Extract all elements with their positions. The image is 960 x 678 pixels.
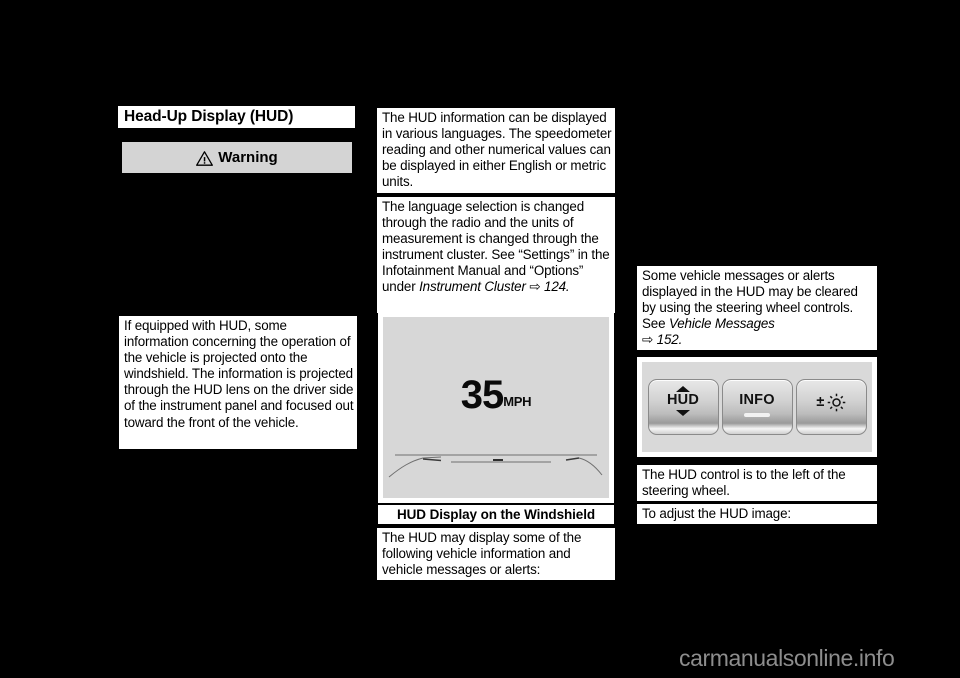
site-watermark: carmanualsonline.info [679, 645, 895, 671]
windshield-dash-outline [388, 454, 603, 478]
page-reference-number: 124 [544, 279, 566, 295]
adjust-hud-image-intro: To adjust the HUD image: [637, 504, 877, 524]
hud-windshield-figure: 35MPH [378, 312, 614, 503]
hud-windshield-figure-caption: HUD Display on the Windshield [378, 505, 614, 524]
brightness-button-glyph: ± [816, 393, 845, 412]
page-root: Head-Up Display (HUD) Warning If equippe… [0, 0, 960, 678]
hud-control-panel: HUD INFO ± [642, 362, 872, 452]
vehicle-messages-paragraph: Some vehicle messages or alerts displaye… [637, 266, 877, 350]
hud-language-selection-paragraph: The language selection is changed throug… [377, 197, 615, 313]
hud-button-label: HUD [666, 392, 699, 408]
chevron-up-icon [675, 386, 690, 392]
page-reference-arrow-icon: ⇨ [642, 332, 654, 348]
hud-control-location-paragraph: The HUD control is to the left of the st… [637, 465, 877, 501]
button-indicator-icon [744, 412, 770, 417]
brightness-button[interactable]: ± [795, 379, 867, 435]
page-reference-arrow-icon: ⇨ [529, 279, 541, 295]
page-title: Head-Up Display (HUD) [118, 106, 355, 128]
hud-display-list-intro-paragraph: The HUD may display some of the followin… [377, 528, 615, 580]
info-button-glyph: INFO [739, 392, 775, 417]
info-button[interactable]: INFO [721, 379, 793, 435]
hud-windshield-scene: 35MPH [383, 317, 609, 498]
paragraph-text-tail: . [678, 332, 683, 348]
plus-minus-label: ± [816, 394, 825, 411]
hud-button[interactable]: HUD [647, 379, 719, 435]
sun-brightness-icon [827, 393, 846, 412]
warning-label: Warning [218, 149, 278, 166]
hud-button-glyph: HUD [666, 386, 699, 416]
warning-triangle-icon [196, 151, 214, 166]
hud-intro-paragraph: If equipped with HUD, some information c… [119, 316, 357, 449]
info-button-label: INFO [739, 392, 775, 408]
cross-reference-instrument-cluster: Instrument Cluster [419, 279, 526, 295]
hud-controls-figure: HUD INFO ± [637, 357, 877, 457]
chevron-down-icon [675, 409, 690, 416]
hud-languages-paragraph: The HUD information can be displayed in … [377, 108, 615, 193]
paragraph-text-tail: . [565, 279, 570, 295]
page-reference-number: 152 [656, 332, 679, 348]
cross-reference-vehicle-messages: Vehicle Messages [668, 316, 775, 332]
warning-banner: Warning [122, 142, 352, 173]
